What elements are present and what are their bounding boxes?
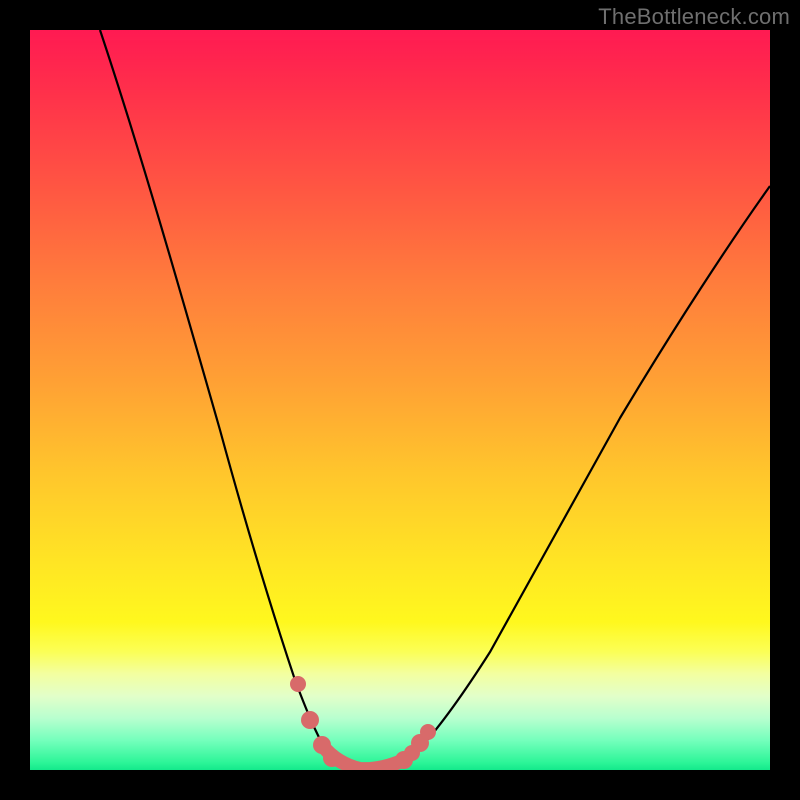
plot-area [30,30,770,770]
marker-dot [323,749,341,767]
marker-dot [301,711,319,729]
bottleneck-curve [100,30,770,770]
marker-dot [420,724,436,740]
chart-frame: TheBottleneck.com [0,0,800,800]
marker-dot [290,676,306,692]
watermark-text: TheBottleneck.com [598,4,790,30]
curve-layer [30,30,770,770]
